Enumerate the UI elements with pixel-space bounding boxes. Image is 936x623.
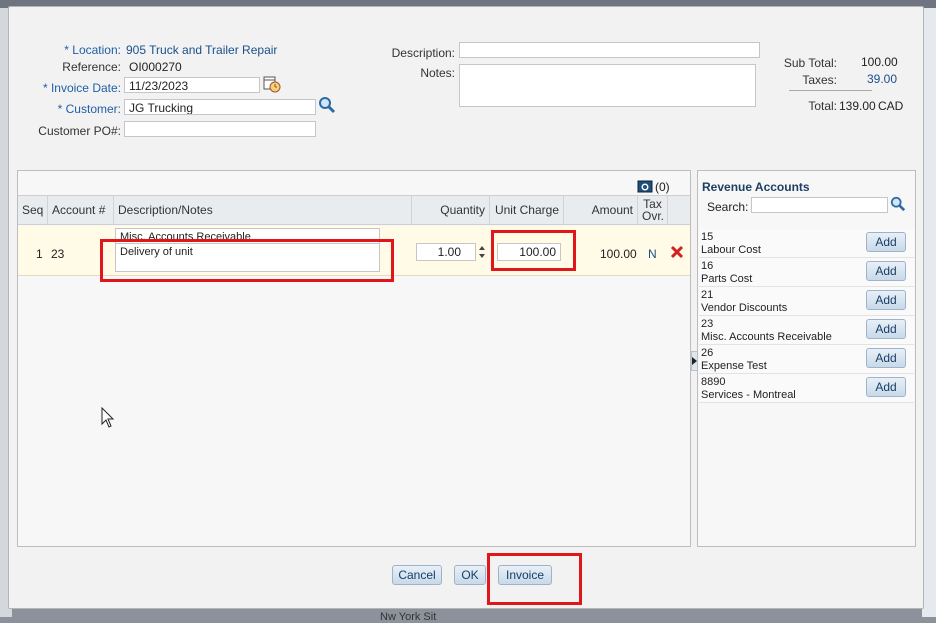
camera-icon[interactable] — [637, 179, 653, 196]
totals-divider — [789, 90, 872, 91]
background-bottom-text: Nw York Sit — [380, 611, 437, 623]
background-right-strip — [922, 8, 936, 617]
total-label: Total: — [808, 99, 837, 113]
revenue-accounts-panel: Revenue Accounts Search: 15 Labour Cost … — [697, 170, 916, 547]
delete-row-icon[interactable] — [670, 245, 684, 262]
revenue-item-name: Services - Montreal — [701, 389, 796, 401]
total-value: 139.00 — [839, 99, 876, 113]
customer-po-label: Customer PO#: — [38, 124, 121, 138]
add-vendor-discounts-button[interactable]: Add — [866, 290, 906, 310]
revenue-search-icon[interactable] — [890, 196, 906, 215]
highlight-unit-charge-box — [491, 230, 576, 271]
revenue-item-21: 21 Vendor Discounts Add — [699, 287, 914, 316]
add-services-montreal-button[interactable]: Add — [866, 377, 906, 397]
description-label: Description: — [391, 46, 455, 60]
revenue-item-26: 26 Expense Test Add — [699, 345, 914, 374]
total-currency: CAD — [878, 99, 904, 113]
taxes-link[interactable]: 39.00 — [867, 72, 897, 86]
line-items-grid: (0) Seq Account # Description/Notes Quan… — [17, 170, 691, 547]
revenue-item-code: 26 — [701, 347, 714, 359]
revenue-item-name: Misc. Accounts Receivable — [701, 331, 832, 343]
description-field[interactable] — [459, 42, 760, 58]
invoice-date-label: * Invoice Date: — [42, 81, 121, 95]
customer-po-field[interactable] — [124, 121, 316, 137]
location-link[interactable]: 905 Truck and Trailer Repair — [126, 43, 277, 57]
customer-search-icon[interactable] — [318, 96, 336, 117]
reference-value: OI000270 — [129, 60, 182, 74]
row-account: 23 — [51, 247, 65, 261]
quantity-spinner-icon[interactable] — [477, 243, 487, 261]
grid-header: Seq Account # Description/Notes Quantity… — [18, 195, 690, 225]
invoice-date-field[interactable]: 11/23/2023 — [124, 77, 260, 93]
ok-button[interactable]: OK — [454, 565, 486, 585]
col-actions — [668, 196, 690, 224]
col-amount[interactable]: Amount — [564, 196, 638, 224]
cancel-button[interactable]: Cancel — [392, 565, 442, 585]
row-tax-ovr-link[interactable]: N — [648, 247, 657, 261]
revenue-item-code: 16 — [701, 260, 714, 272]
row-seq: 1 — [36, 247, 43, 261]
revenue-item-name: Expense Test — [701, 360, 767, 372]
revenue-item-name: Parts Cost — [701, 273, 753, 285]
invoice-dialog: * Location: 905 Truck and Trailer Repair… — [8, 6, 924, 609]
revenue-title: Revenue Accounts — [702, 180, 810, 194]
col-unit-charge[interactable]: Unit Charge — [490, 196, 564, 224]
col-tax-ovr-line2: Ovr. — [642, 209, 665, 223]
subtotal-label: Sub Total: — [783, 56, 837, 70]
col-description[interactable]: Description/Notes — [114, 196, 412, 224]
subtotal-value: 100.00 — [861, 55, 898, 69]
taxes-label: Taxes: — [802, 73, 837, 87]
customer-label: * Customer: — [57, 102, 121, 116]
highlight-invoice-box — [487, 553, 582, 605]
revenue-item-name: Vendor Discounts — [701, 302, 788, 314]
highlight-notes-box — [100, 239, 394, 282]
revenue-item-16: 16 Parts Cost Add — [699, 258, 914, 287]
attachments-count: (0) — [655, 180, 670, 194]
revenue-search-input[interactable] — [751, 197, 888, 213]
revenue-item-code: 23 — [701, 318, 714, 330]
revenue-item-23: 23 Misc. Accounts Receivable Add — [699, 316, 914, 345]
col-quantity[interactable]: Quantity — [412, 196, 490, 224]
add-parts-cost-button[interactable]: Add — [866, 261, 906, 281]
revenue-item-name: Labour Cost — [701, 244, 761, 256]
add-expense-test-button[interactable]: Add — [866, 348, 906, 368]
row-amount: 100.00 — [600, 247, 637, 261]
col-seq[interactable]: Seq — [18, 196, 48, 224]
revenue-item-code: 21 — [701, 289, 714, 301]
col-tax-ovr[interactable]: Tax Ovr. — [638, 196, 668, 224]
add-misc-accounts-receivable-button[interactable]: Add — [866, 319, 906, 339]
reference-label: Reference: — [62, 60, 121, 74]
col-account[interactable]: Account # — [48, 196, 114, 224]
revenue-search-label: Search: — [707, 200, 749, 214]
revenue-item-8890: 8890 Services - Montreal Add — [699, 374, 914, 403]
row-quantity-field[interactable]: 1.00 — [416, 243, 476, 261]
calendar-icon[interactable] — [263, 75, 281, 96]
add-labour-cost-button[interactable]: Add — [866, 232, 906, 252]
revenue-item-code: 8890 — [701, 376, 726, 388]
location-label: * Location: — [64, 43, 121, 57]
mouse-cursor-icon — [101, 406, 115, 432]
revenue-item-code: 15 — [701, 231, 714, 243]
notes-label: Notes: — [420, 66, 455, 80]
notes-field[interactable] — [459, 64, 756, 107]
revenue-item-15: 15 Labour Cost Add — [699, 229, 914, 258]
customer-field[interactable]: JG Trucking — [124, 99, 316, 115]
